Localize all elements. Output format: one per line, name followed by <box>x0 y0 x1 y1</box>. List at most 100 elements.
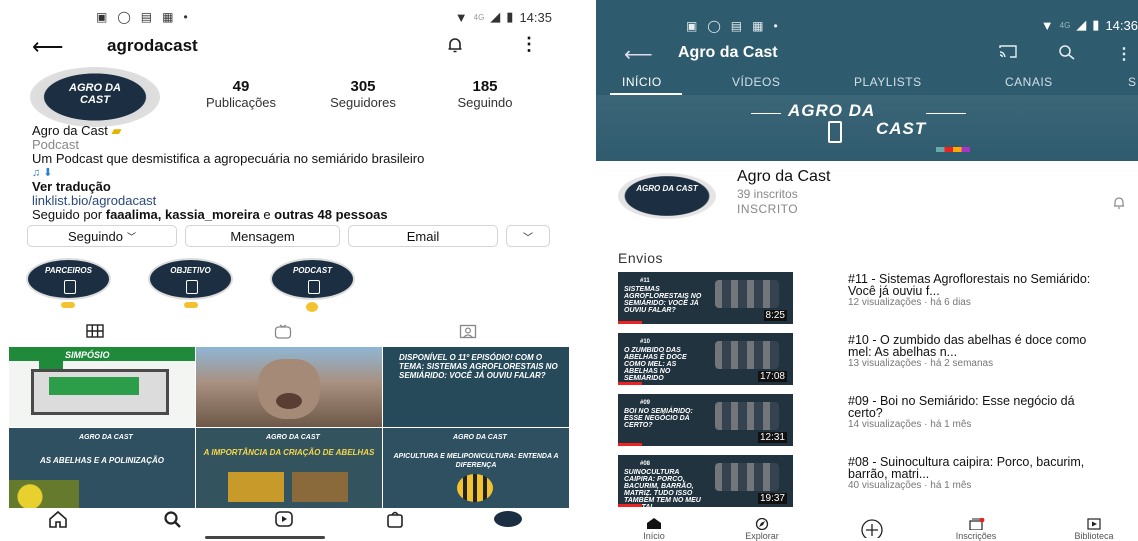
social-icons <box>936 147 970 152</box>
highlight-objective[interactable]: OBJETIVO <box>148 258 233 300</box>
signal-icon: ◢ <box>490 9 501 24</box>
bell-icon[interactable] <box>1112 196 1126 210</box>
search-icon[interactable] <box>1058 44 1076 60</box>
followed-by[interactable]: Seguido por faaalima, kassia_moreira e o… <box>32 208 572 222</box>
network-label: 4G <box>1059 20 1071 30</box>
wifi-icon: ▼ <box>454 9 468 25</box>
nav-explore[interactable]: Explorar <box>722 518 802 541</box>
channel-avatar[interactable]: AGRO DA CAST <box>618 173 716 219</box>
avatar[interactable]: AGRO DA CAST <box>30 67 160 127</box>
thumbnail-text: SUINOCULTURA CAIPIRA: PORCO, BACURIM, BA… <box>624 469 701 507</box>
video-thumbnail[interactable]: #09 BOI NO SEMIÁRIDO: ESSE NEGÓCIO DÁ CE… <box>618 394 793 446</box>
video-thumbnail[interactable]: #10 O ZUMBIDO DAS ABELHAS É DOCE COMO ME… <box>618 333 793 385</box>
post-logo-text: AGRO DA CAST <box>266 434 320 441</box>
video-menu-icon[interactable]: ⋮ <box>1133 396 1138 410</box>
stat-posts[interactable]: 49 Publicações <box>180 78 302 110</box>
tab-channels[interactable]: CANAIS <box>1005 75 1053 89</box>
nav-subscriptions[interactable]: Inscrições <box>936 518 1016 541</box>
tab-videos[interactable]: VÍDEOS <box>732 75 780 89</box>
video-thumbnail[interactable]: #11 SISTEMAS AGROFLORESTAIS NO SEMIÁRIDO… <box>618 272 793 324</box>
whatsapp-icon: ◯ <box>707 19 721 33</box>
reels-tab-icon[interactable] <box>274 324 292 339</box>
video-duration: 17:08 <box>757 371 787 382</box>
following-button[interactable]: Seguindo ﹀ <box>27 225 177 247</box>
video-title[interactable]: #08 - Suinocultura caipira: Porco, bacur… <box>848 456 1108 481</box>
profile-actions: Seguindo ﹀ Mensagem Email ﹀ <box>27 225 550 247</box>
video-menu-icon[interactable]: ⋮ <box>1133 274 1138 288</box>
website-link[interactable]: linklist.bio/agrodacast <box>32 194 572 208</box>
channel-name: Agro da Cast <box>737 168 831 185</box>
translate-link[interactable]: Ver tradução <box>32 180 572 194</box>
followed-by-mid: e <box>263 207 271 222</box>
more-options-icon[interactable]: ⋮ <box>1116 44 1132 64</box>
post-thumbnail[interactable] <box>196 347 382 427</box>
phone-logo-icon <box>186 280 198 294</box>
post-thumbnail[interactable]: AGRO DA CAST A IMPORTÂNCIA DA CRIAÇÃO DE… <box>196 428 382 508</box>
video-item[interactable]: #10 O ZUMBIDO DAS ABELHAS É DOCE COMO ME… <box>618 333 1138 385</box>
progress-bar <box>618 382 642 385</box>
profile-avatar-icon[interactable] <box>494 511 522 527</box>
youtube-channel-screen: ▣ ◯ ▤ ▦ • ▼ 4G ◢ ▮ 14:36 ⟵ Agro da Cast <box>596 0 1138 541</box>
whatsapp-icon: ◯ <box>117 10 131 24</box>
post-thumbnail[interactable]: SIMPÓSIO <box>9 347 195 427</box>
reels-icon[interactable] <box>274 510 294 528</box>
video-menu-icon[interactable]: ⋮ <box>1133 335 1138 349</box>
email-button[interactable]: Email <box>348 225 498 247</box>
tab-home[interactable]: INÍCIO <box>622 75 662 89</box>
video-thumbnail[interactable]: #08 SUINOCULTURA CAIPIRA: PORCO, BACURIM… <box>618 455 793 507</box>
stat-following[interactable]: 185 Seguindo <box>424 78 546 110</box>
status-bar: ▣ ◯ ▤ ▦ • ▼ 4G ◢ ▮ 14:36 <box>596 0 1138 34</box>
message-button[interactable]: Mensagem <box>185 225 340 247</box>
search-icon[interactable] <box>163 510 183 528</box>
shop-icon[interactable] <box>385 510 405 528</box>
notification-icons: ▣ ◯ ▤ ▦ • <box>686 19 778 33</box>
video-item[interactable]: #09 BOI NO SEMIÁRIDO: ESSE NEGÓCIO DÁ CE… <box>618 394 1138 446</box>
stat-followers[interactable]: 305 Seguidores <box>302 78 424 110</box>
post-logo-text: AGRO DA CAST <box>79 434 133 441</box>
highlight-partners[interactable]: PARCEIROS <box>26 258 111 300</box>
video-item[interactable]: #08 SUINOCULTURA CAIPIRA: PORCO, BACURIM… <box>618 455 1138 507</box>
video-title[interactable]: #09 - Boi no Semiárido: Esse negócio dá … <box>848 395 1108 420</box>
back-arrow-icon[interactable]: ⟵ <box>624 42 653 67</box>
grid-tab-icon[interactable] <box>86 324 104 338</box>
video-meta: 13 visualizações · há 2 semanas <box>848 358 994 369</box>
video-title[interactable]: #10 - O zumbido das abelhas é doce como … <box>848 334 1108 359</box>
tab-more[interactable]: S <box>1128 75 1137 89</box>
wifi-icon: ▼ <box>1040 17 1054 33</box>
back-arrow-icon[interactable]: ⟵ <box>32 34 64 60</box>
video-item[interactable]: #11 SISTEMAS AGROFLORESTAIS NO SEMIÁRIDO… <box>618 272 1138 324</box>
tab-playlists[interactable]: PLAYLISTS <box>854 75 922 89</box>
banner-line <box>751 113 781 114</box>
story-highlights: PARCEIROS OBJETIVO PODCAST <box>26 258 355 300</box>
username: agrodacast <box>107 36 198 55</box>
dot-icon: • <box>773 19 778 33</box>
post-thumbnail[interactable]: DISPONÍVEL O 11º EPISÓDIO! COM O TEMA: S… <box>383 347 569 427</box>
home-icon[interactable] <box>48 510 68 528</box>
network-label: 4G <box>473 12 485 22</box>
post-thumbnail[interactable]: AGRO DA CAST APICULTURA E MELIPONICULTUR… <box>383 428 569 508</box>
video-menu-icon[interactable]: ⋮ <box>1133 457 1138 471</box>
gesture-bar <box>205 536 325 539</box>
tagged-tab-icon[interactable] <box>459 324 477 339</box>
more-options-icon[interactable]: ⋮ <box>520 34 538 55</box>
cast-icon[interactable] <box>999 44 1017 58</box>
headphones-emoji-icon: ♫ ⬇ <box>32 167 53 179</box>
display-name-row: Agro da Cast ▰ <box>32 124 572 138</box>
nav-create[interactable] <box>832 518 912 539</box>
subscribed-button[interactable]: INSCRITO <box>737 202 798 216</box>
bottom-nav: Início Explorar Inscrições Biblioteca <box>596 516 1138 541</box>
stat-value: 305 <box>350 78 376 95</box>
suggestions-button[interactable]: ﹀ <box>506 225 550 247</box>
emoji-icon <box>306 302 318 312</box>
highlight-label: PARCEIROS <box>45 266 92 275</box>
bell-icon[interactable] <box>446 36 464 54</box>
chevron-down-icon: ﹀ <box>126 231 136 242</box>
calendar-icon: ▦ <box>162 10 174 24</box>
guests-photo <box>715 280 779 308</box>
video-title[interactable]: #11 - Sistemas Agroflorestais no Semiári… <box>848 273 1108 298</box>
post-thumbnail[interactable]: AGRO DA CAST AS ABELHAS E A POLINIZAÇÃO <box>9 428 195 508</box>
nav-library[interactable]: Biblioteca <box>1054 518 1134 541</box>
notification-icons: ▣ ◯ ▤ ▦ • <box>96 10 188 24</box>
nav-home[interactable]: Início <box>614 518 694 541</box>
highlight-podcast[interactable]: PODCAST <box>270 258 355 300</box>
